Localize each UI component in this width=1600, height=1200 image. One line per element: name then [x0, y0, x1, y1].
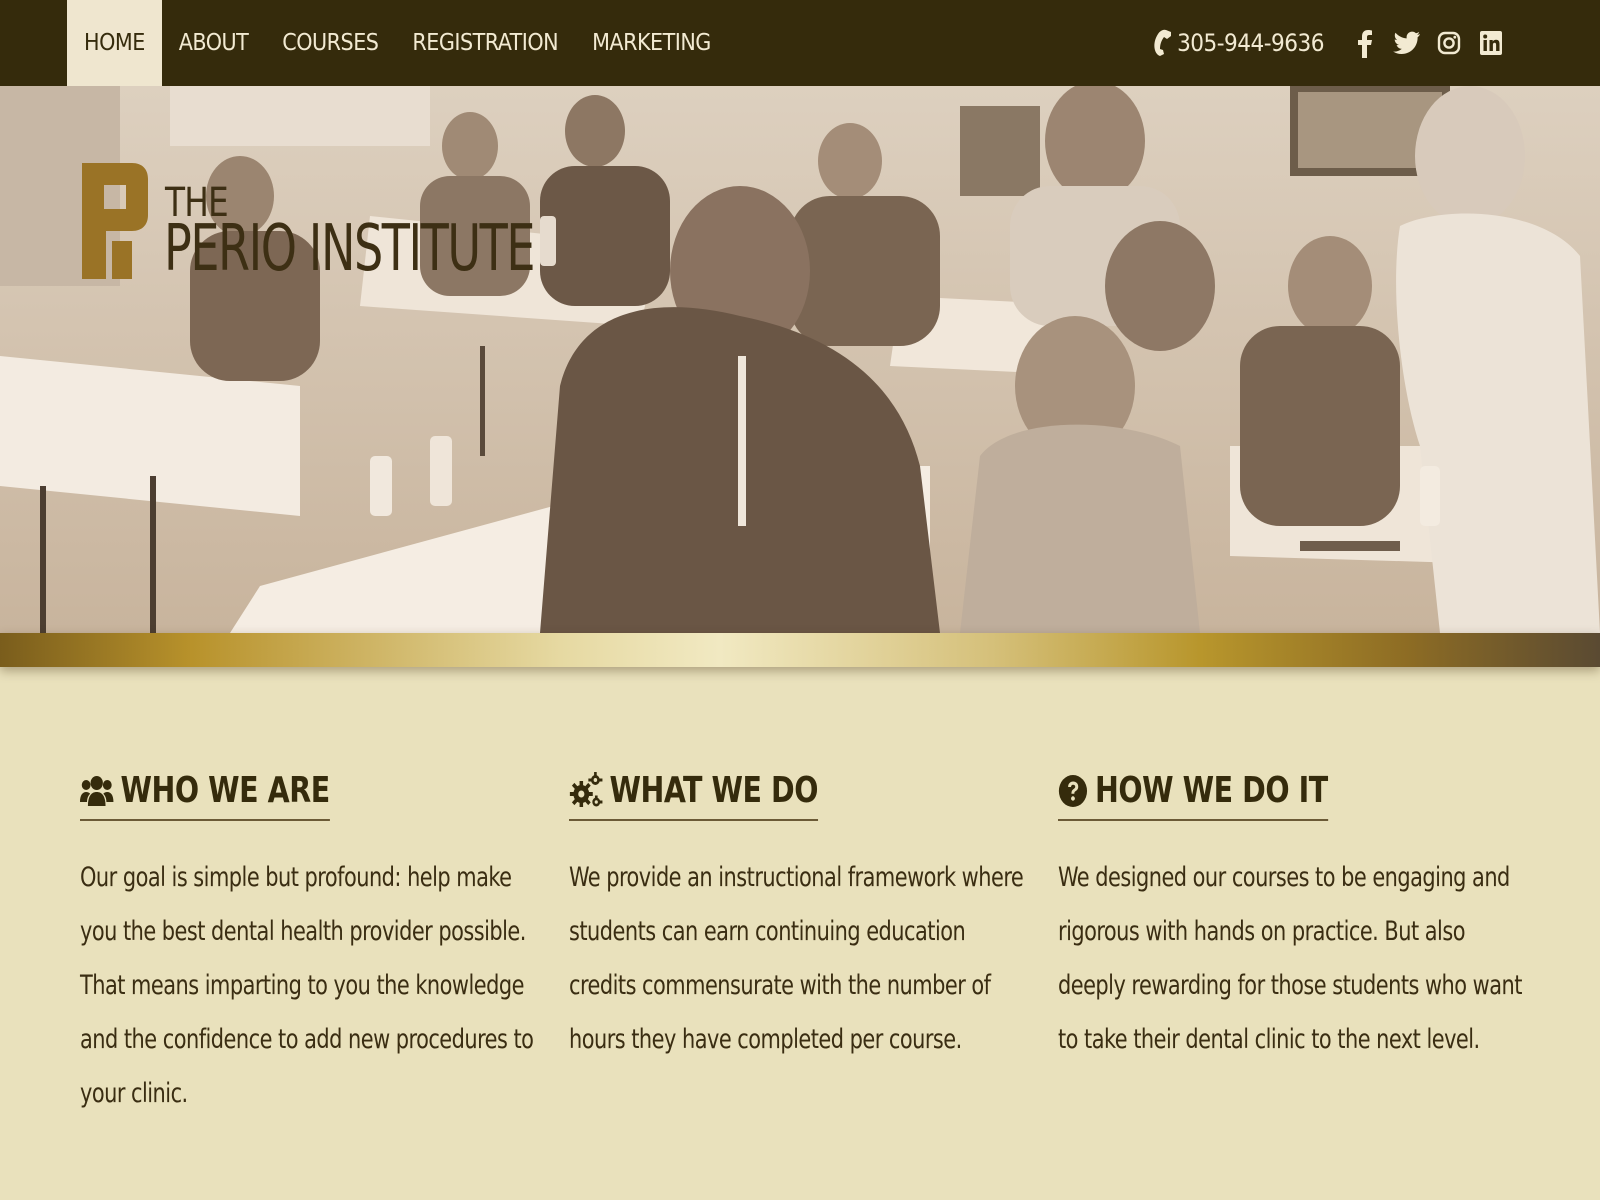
- how-we-do-it-heading: HOW WE DO IT: [1058, 770, 1328, 821]
- what-we-do-heading: WHAT WE DO: [569, 770, 819, 821]
- nav-contact: 305-944-9636: [1149, 0, 1512, 86]
- hero-banner: THE PERIO INSTITUTE: [0, 86, 1600, 633]
- nav-marketing[interactable]: MARKETING: [575, 0, 728, 86]
- what-we-do-title: WHAT WE DO: [609, 770, 819, 811]
- nav-home[interactable]: HOME: [67, 0, 162, 86]
- nav-about[interactable]: ABOUT: [162, 0, 266, 86]
- phone-link[interactable]: 305-944-9636: [1149, 29, 1324, 57]
- main-nav: HOME ABOUT COURSES REGISTRATION MARKETIN…: [67, 0, 728, 86]
- nav-courses[interactable]: COURSES: [265, 0, 395, 86]
- who-we-are-heading: WHO WE ARE: [80, 770, 330, 821]
- top-navbar: HOME ABOUT COURSES REGISTRATION MARKETIN…: [0, 0, 1600, 86]
- site-logo[interactable]: THE PERIO INSTITUTE: [82, 163, 535, 283]
- how-we-do-it-text: We designed our courses to be engaging a…: [1058, 862, 1522, 1055]
- who-we-are-section: WHO WE ARE Our goal is simple but profou…: [80, 770, 550, 1121]
- phone-number: 305-944-9636: [1177, 29, 1324, 57]
- logo-mark-icon: [82, 163, 148, 279]
- users-icon: [80, 775, 114, 806]
- instagram-icon[interactable]: [1428, 22, 1470, 64]
- phone-icon: [1154, 29, 1172, 56]
- how-we-do-it-title: HOW WE DO IT: [1094, 770, 1328, 811]
- how-we-do-it-section: HOW WE DO IT We designed our courses to …: [1058, 770, 1528, 1067]
- nav-registration[interactable]: REGISTRATION: [395, 0, 575, 86]
- who-we-are-title: WHO WE ARE: [120, 770, 330, 811]
- who-we-are-text: Our goal is simple but profound: help ma…: [80, 862, 534, 1109]
- what-we-do-section: WHAT WE DO We provide an instructional f…: [569, 770, 1039, 1067]
- facebook-icon[interactable]: [1344, 22, 1386, 64]
- logo-name-text: PERIO INSTITUTE: [164, 212, 535, 286]
- question-circle-icon: [1058, 774, 1088, 807]
- linkedin-icon[interactable]: [1470, 22, 1512, 64]
- gears-icon: [569, 771, 603, 807]
- what-we-do-text: We provide an instructional framework wh…: [569, 862, 1024, 1055]
- gold-divider: [0, 633, 1600, 667]
- twitter-icon[interactable]: [1386, 22, 1428, 64]
